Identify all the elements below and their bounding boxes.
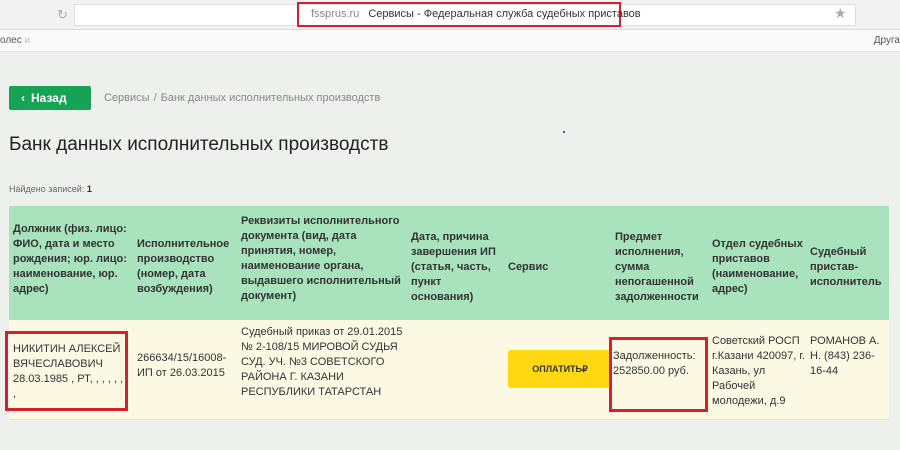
table-header-row: Должник (физ. лицо: ФИО, дата и место ро… xyxy=(9,206,889,320)
bookmark-left-label: олес xyxy=(0,35,22,46)
tab-title: Сервисы - Федеральная служба судебных пр… xyxy=(368,8,641,20)
cell-document: Судебный приказ от 29.01.2015 № 2-108/15… xyxy=(241,326,403,398)
found-records: Найдено записей: 1 xyxy=(9,184,92,194)
header-bailiff: Судебный пристав-исполнитель xyxy=(810,246,882,288)
decorative-dot xyxy=(563,131,565,133)
back-button[interactable]: ‹ Назад xyxy=(9,86,91,110)
pay-button[interactable]: ОПЛАТИТЬ₽ xyxy=(508,350,612,388)
table-row: НИКИТИН АЛЕКСЕЙ ВЯЧЕСЛАВОВИЧ 28.03.1985 … xyxy=(9,320,889,420)
address-bar-highlight[interactable]: fssprus.ru Сервисы - Федеральная служба … xyxy=(297,2,641,27)
star-icon[interactable]: ★ xyxy=(834,5,847,22)
results-table: Должник (физ. лицо: ФИО, дата и место ро… xyxy=(9,206,889,420)
cell-proceeding: 266634/15/16008-ИП от 26.03.2015 xyxy=(137,352,227,379)
bookmark-item-left[interactable]: олес и xyxy=(0,35,30,46)
bookmarks-bar: олес и Друга xyxy=(0,30,900,52)
breadcrumb-item-services[interactable]: Сервисы xyxy=(104,92,150,104)
cell-department: Советский РОСП г.Казани 420097, г. Казан… xyxy=(712,335,806,407)
header-department: Отдел судебных приставов (наименование, … xyxy=(712,238,803,295)
header-proceeding: Исполнительное производство (номер, дата… xyxy=(137,238,230,295)
breadcrumb: Сервисы / Банк данных исполнительных произ… xyxy=(104,92,381,104)
found-records-label: Найдено записей: xyxy=(9,184,85,194)
cell-bailiff: РОМАНОВ А. Н. (843) 236-16-44 xyxy=(810,335,880,377)
breadcrumb-item-current: Банк данных исполнительных производств xyxy=(160,92,381,104)
back-button-label: Назад xyxy=(31,91,67,105)
header-service: Сервис xyxy=(508,261,549,273)
header-subject: Предмет исполнения, сумма непогашенной з… xyxy=(615,231,699,303)
url-domain: fssprus.ru xyxy=(311,8,360,20)
page-title: Банк данных исполнительных производств xyxy=(9,134,389,155)
header-completion: Дата, причина завершения ИП (статья, час… xyxy=(411,231,496,303)
bookmark-left-tail: и xyxy=(24,35,31,46)
debt-highlight xyxy=(609,337,708,412)
chevron-left-icon: ‹ xyxy=(21,91,25,105)
header-document: Реквизиты исполнительного документа (вид… xyxy=(241,215,401,302)
bookmark-item-other[interactable]: Друга xyxy=(874,35,900,46)
reload-icon[interactable]: ↻ xyxy=(57,7,68,23)
debtor-highlight xyxy=(5,331,128,411)
header-debtor: Должник (физ. лицо: ФИО, дата и место ро… xyxy=(13,223,127,295)
found-records-count: 1 xyxy=(86,184,92,194)
